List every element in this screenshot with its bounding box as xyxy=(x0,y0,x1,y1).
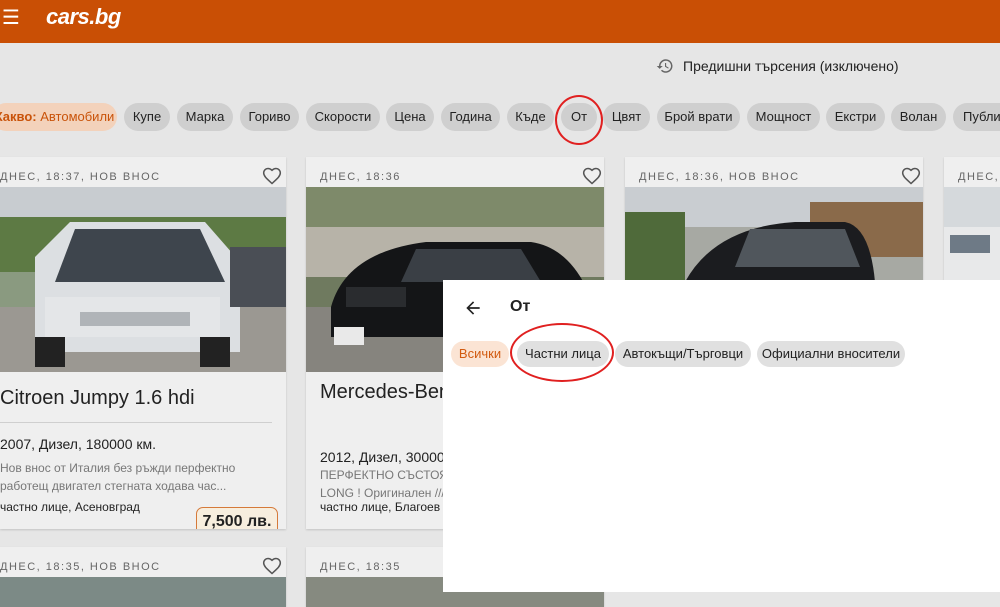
option-dealers[interactable]: Автокъщи/Търговци xyxy=(615,341,751,367)
filter-chip-location[interactable]: Къде xyxy=(507,103,554,131)
top-bar: ☰ cars.bg xyxy=(0,0,1000,43)
filter-chip-color[interactable]: Цвят xyxy=(603,103,650,131)
listing-price: 7,500 лв. xyxy=(196,507,278,529)
option-private-persons[interactable]: Частни лица xyxy=(517,341,609,367)
panel-title: От xyxy=(510,298,531,315)
listing-description: ПЕРФЕКТНО СЪСТОЯН LONG ! Оригинален /// xyxy=(320,468,457,500)
option-official-importers[interactable]: Официални вносители xyxy=(757,341,905,367)
listing-date: ДНЕС, 18:35, НОВ ВНОС xyxy=(0,561,161,573)
listing-specs: 2012, Дизел, 30000 xyxy=(320,449,445,465)
listing-date: ДНЕС, xyxy=(958,171,1000,183)
filter-chip-power[interactable]: Мощност xyxy=(747,103,820,131)
filter-chip-steering[interactable]: Волан xyxy=(891,103,946,131)
filter-what-prefix: Какво: xyxy=(0,109,37,124)
filter-chip-fuel[interactable]: Гориво xyxy=(240,103,299,131)
history-icon xyxy=(656,59,673,73)
van-photo xyxy=(0,187,286,372)
listing-card[interactable]: ДНЕС, 18:37, НОВ ВНОС 7,500 лв. Citroen … xyxy=(0,157,286,529)
heart-icon[interactable] xyxy=(262,556,282,576)
previous-searches-button[interactable]: Предишни търсения (изключено) xyxy=(656,55,899,77)
filter-chip-price[interactable]: Цена xyxy=(386,103,434,131)
listing-seller: частно лице, Благоев xyxy=(320,500,441,514)
back-arrow-icon[interactable] xyxy=(463,298,483,318)
from-filter-panel: От Всички Частни лица Автокъщи/Търговци … xyxy=(443,280,1000,592)
listing-specs: 2007, Дизел, 180000 км. xyxy=(0,436,157,452)
filter-chip-extras[interactable]: Екстри xyxy=(826,103,885,131)
listing-date: ДНЕС, 18:36 xyxy=(320,171,401,183)
listing-date: ДНЕС, 18:37, НОВ ВНОС xyxy=(0,171,161,183)
filter-chip-published[interactable]: Публи xyxy=(953,103,1000,131)
option-all[interactable]: Всички xyxy=(451,341,509,367)
menu-icon[interactable]: ☰ xyxy=(2,8,22,28)
filter-what-value: Автомобили xyxy=(40,109,115,124)
listing-photo xyxy=(0,577,286,607)
listing-seller: частно лице, Асеновград xyxy=(0,500,140,514)
filter-chip-from[interactable]: От xyxy=(561,103,597,131)
filter-chip-brand[interactable]: Марка xyxy=(177,103,233,131)
logo[interactable]: cars.bg xyxy=(46,4,121,30)
listing-photo xyxy=(0,187,286,372)
heart-icon[interactable] xyxy=(262,166,282,186)
divider xyxy=(0,422,272,423)
heart-icon[interactable] xyxy=(582,166,602,186)
filter-bar: Какво: Автомобили Купе Марка Гориво Скор… xyxy=(0,103,1000,133)
listing-date: ДНЕС, 18:36, НОВ ВНОС xyxy=(639,171,800,183)
filter-chip-what[interactable]: Какво: Автомобили xyxy=(0,103,117,131)
listing-description: Нов внос от Италия без ръжди перфектно р… xyxy=(0,461,236,493)
heart-icon[interactable] xyxy=(901,166,921,186)
listing-date: ДНЕС, 18:35 xyxy=(320,561,401,573)
filter-chip-coupe[interactable]: Купе xyxy=(124,103,170,131)
listing-card[interactable]: ДНЕС, 18:35, НОВ ВНОС xyxy=(0,547,286,607)
filter-chip-year[interactable]: Година xyxy=(441,103,500,131)
previous-searches-label: Предишни търсения (изключено) xyxy=(683,58,899,74)
listing-title[interactable]: Citroen Jumpy 1.6 hdi xyxy=(0,385,280,411)
filter-chip-doors[interactable]: Брой врати xyxy=(657,103,740,131)
filter-chip-transmission[interactable]: Скорости xyxy=(306,103,380,131)
